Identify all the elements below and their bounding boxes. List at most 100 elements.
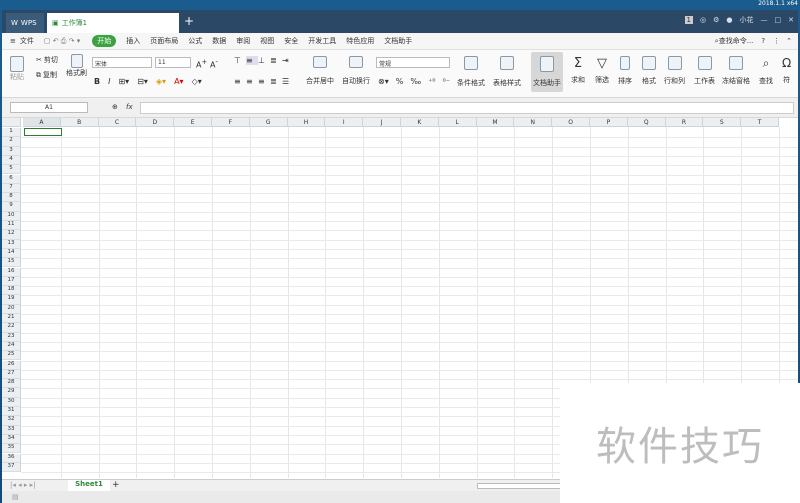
add-sheet-button[interactable]: +: [112, 480, 120, 490]
column-header-h[interactable]: H: [287, 118, 326, 127]
menu-view[interactable]: 视图: [260, 36, 274, 46]
row-header-33[interactable]: 33: [2, 425, 21, 435]
align-center-icon[interactable]: ≡: [246, 77, 258, 86]
column-header-o[interactable]: O: [552, 118, 590, 127]
shrink-font-icon[interactable]: A-: [210, 58, 218, 70]
row-header-19[interactable]: 19: [2, 295, 21, 305]
fx-icon[interactable]: fx: [126, 103, 133, 111]
row-header-37[interactable]: 37: [2, 462, 21, 473]
window-count-icon[interactable]: 1: [684, 16, 693, 24]
row-header-18[interactable]: 18: [2, 286, 21, 296]
worksheet-button[interactable]: 工作表: [694, 56, 715, 86]
menu-data[interactable]: 数据: [212, 36, 226, 46]
fill-icon[interactable]: ⊟▾: [137, 77, 148, 86]
settings-icon[interactable]: ⚙: [713, 16, 719, 24]
row-header-5[interactable]: 5: [2, 165, 21, 175]
hamburger-icon[interactable]: ≡: [10, 37, 16, 45]
row-header-36[interactable]: 36: [2, 453, 21, 463]
menu-special[interactable]: 特色应用: [346, 36, 374, 46]
number-format-select[interactable]: 常规: [376, 57, 450, 68]
row-header-2[interactable]: 2: [2, 137, 21, 147]
row-col-button[interactable]: 行和列: [664, 56, 685, 86]
command-search[interactable]: 查找命令...: [719, 36, 754, 46]
symbol-button[interactable]: Ω符: [782, 56, 791, 85]
column-header-b[interactable]: B: [60, 118, 99, 127]
row-header-27[interactable]: 27: [2, 369, 21, 380]
row-header-26[interactable]: 26: [2, 360, 21, 370]
paste-button[interactable]: 粘贴: [10, 56, 24, 82]
column-header-j[interactable]: J: [363, 118, 401, 127]
font-size-select[interactable]: 11: [155, 57, 191, 68]
column-header-t[interactable]: T: [741, 118, 779, 127]
align-left-icon[interactable]: ≡: [234, 77, 246, 86]
grow-font-icon[interactable]: A+: [196, 58, 207, 70]
horizontal-scrollbar[interactable]: [477, 483, 567, 489]
row-header-25[interactable]: 25: [2, 351, 21, 361]
row-header-3[interactable]: 3: [2, 146, 21, 156]
sort-button[interactable]: 排序: [618, 56, 632, 86]
column-header-f[interactable]: F: [212, 118, 250, 127]
user-avatar[interactable]: ●: [726, 16, 732, 24]
sum-button[interactable]: Σ 求和: [571, 56, 585, 85]
menu-security[interactable]: 安全: [284, 36, 298, 46]
row-header-30[interactable]: 30: [2, 397, 21, 407]
merge-center-button[interactable]: 合并居中: [306, 56, 334, 86]
minimize-icon[interactable]: —: [761, 16, 768, 24]
document-tab[interactable]: ▣ 工作簿1: [47, 13, 179, 33]
row-header-34[interactable]: 34: [2, 434, 21, 445]
justify-icon[interactable]: ≣: [270, 77, 282, 86]
doc-helper-button[interactable]: 文档助手: [531, 52, 563, 92]
filter-button[interactable]: ▽ 筛选: [595, 56, 609, 85]
orientation-icon[interactable]: ≣: [270, 56, 282, 65]
row-header-22[interactable]: 22: [2, 323, 21, 333]
row-header-15[interactable]: 15: [2, 258, 21, 268]
close-icon[interactable]: ✕: [788, 16, 794, 24]
row-header-28[interactable]: 28: [2, 379, 21, 389]
maximize-icon[interactable]: □: [775, 16, 782, 24]
row-header-21[interactable]: 21: [2, 314, 21, 324]
column-header-g[interactable]: G: [249, 118, 288, 127]
zoom-formula-icon[interactable]: ⊕: [112, 103, 118, 111]
row-header-7[interactable]: 7: [2, 183, 21, 194]
font-select[interactable]: 宋体: [92, 57, 152, 68]
row-header-12[interactable]: 12: [2, 230, 21, 240]
column-header-d[interactable]: D: [136, 118, 175, 127]
column-header-q[interactable]: Q: [627, 118, 666, 127]
indent-icon[interactable]: ⇥: [282, 56, 294, 65]
menu-review[interactable]: 审阅: [236, 36, 250, 46]
row-header-23[interactable]: 23: [2, 332, 21, 342]
row-header-6[interactable]: 6: [2, 174, 21, 184]
conditional-format-button[interactable]: 条件格式: [457, 56, 485, 88]
column-header-r[interactable]: R: [665, 118, 704, 127]
menu-file[interactable]: 文件: [20, 36, 34, 46]
italic-icon[interactable]: I: [108, 77, 110, 86]
column-header-i[interactable]: I: [325, 118, 364, 127]
bold-icon[interactable]: B: [94, 77, 100, 86]
row-header-29[interactable]: 29: [2, 388, 21, 398]
find-button[interactable]: ⌕ 查找: [759, 56, 773, 86]
select-all-corner[interactable]: [2, 118, 21, 127]
help-icon[interactable]: ?: [761, 37, 765, 45]
align-top-icon[interactable]: ⊤: [234, 56, 246, 65]
row-header-10[interactable]: 10: [2, 211, 21, 221]
row-header-1[interactable]: 1: [2, 128, 21, 138]
font-color-icon[interactable]: A▾: [174, 77, 184, 86]
clear-icon[interactable]: ◇▾: [192, 77, 202, 86]
row-header-13[interactable]: 13: [2, 239, 21, 249]
formula-input[interactable]: [140, 102, 794, 114]
row-header-11[interactable]: 11: [2, 221, 21, 231]
cut-button[interactable]: ✂ 剪切: [36, 55, 58, 65]
percent-icon[interactable]: %: [396, 77, 404, 86]
name-box[interactable]: A1: [10, 102, 88, 113]
align-right-icon[interactable]: ≡: [258, 77, 270, 86]
menu-home[interactable]: 开始: [92, 35, 117, 47]
column-header-s[interactable]: S: [703, 118, 742, 127]
row-header-16[interactable]: 16: [2, 267, 21, 277]
menu-formulas[interactable]: 公式: [188, 36, 202, 46]
column-header-e[interactable]: E: [174, 118, 212, 127]
row-header-14[interactable]: 14: [2, 248, 21, 259]
row-header-24[interactable]: 24: [2, 341, 21, 352]
column-header-l[interactable]: L: [438, 118, 477, 127]
new-tab-button[interactable]: +: [184, 14, 194, 28]
row-header-17[interactable]: 17: [2, 276, 21, 287]
